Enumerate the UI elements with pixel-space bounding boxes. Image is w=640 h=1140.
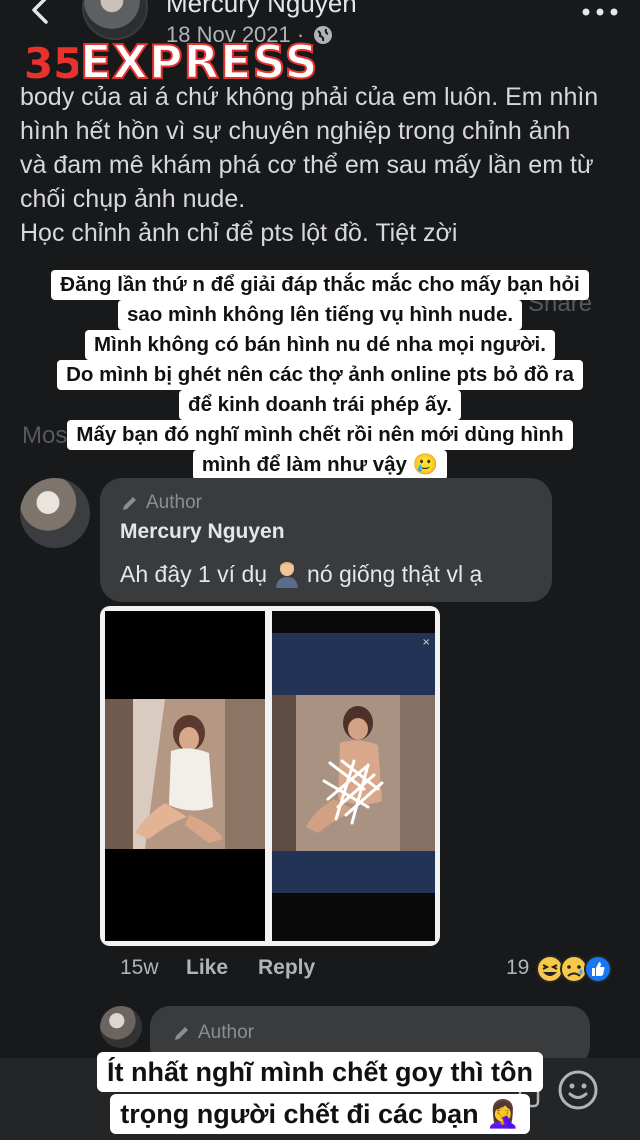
reply-author-badge: Author xyxy=(172,1022,254,1044)
overlay-line: Đăng lần thứ n để giải đáp thắc mắc cho … xyxy=(51,270,589,300)
like-button[interactable]: Like xyxy=(186,956,258,980)
post-line: chối chụp ảnh nude. xyxy=(20,185,246,213)
like-reaction-icon xyxy=(584,955,612,983)
author-badge: Author xyxy=(120,492,202,514)
overlay-line: sao mình không lên tiếng vụ hình nude. xyxy=(117,300,523,330)
man-shrugging-emoji-icon xyxy=(276,562,299,588)
overlay-line: Mình không có bán hình nu dé nha mọi ngư… xyxy=(85,330,555,360)
comment-bubble[interactable]: Author Mercury Nguyen Ah đây 1 ví dụ nó … xyxy=(100,478,552,602)
post-line: Học chỉnh ảnh chỉ để pts lột đồ. Tiệt zờ… xyxy=(20,219,458,247)
post-line: body của ai á chứ không phải của em luôn… xyxy=(20,83,599,111)
laughing-reaction-icon xyxy=(536,955,564,983)
overlay-line: Do mình bị ghét nên các thợ ảnh online p… xyxy=(57,360,583,390)
reaction-icons[interactable] xyxy=(534,954,624,984)
comment-photo-attachment[interactable]: × xyxy=(100,606,440,946)
commenter-avatar[interactable] xyxy=(20,478,90,548)
comment-text: Ah đây 1 ví dụ nó giống thật vl ạ xyxy=(120,560,482,588)
comment-actions: 15w Like Reply xyxy=(120,956,315,980)
post-line: và đam mê khám phá cơ thể em sau mấy lần… xyxy=(20,151,594,179)
overlay-line: mình để làm như vậy 🥲 xyxy=(192,450,448,480)
reply-button[interactable]: Reply xyxy=(258,956,315,980)
caption-line: trọng người chết đi các bạn 🤦‍♀️ xyxy=(110,1094,530,1134)
svg-text:×: × xyxy=(422,637,430,648)
comment-time: 15w xyxy=(120,956,159,979)
story-caption: Ít nhất nghĩ mình chết goy thì tôn trọng… xyxy=(0,1052,640,1136)
reaction-count[interactable]: 19 xyxy=(506,956,529,980)
pencil-icon xyxy=(175,1027,188,1040)
reply-author-badge-label: Author xyxy=(198,1022,254,1043)
photo-original-image xyxy=(105,611,265,941)
photo-edited-image: × xyxy=(272,611,435,941)
sad-reaction-icon xyxy=(560,955,588,983)
photo-edited: × xyxy=(272,611,435,941)
photo-original xyxy=(105,611,265,941)
overlay-line: để kinh doanh trái phép ấy. xyxy=(179,390,461,420)
author-badge-label: Author xyxy=(146,492,202,513)
more-options-icon[interactable] xyxy=(580,2,620,22)
caption-line: Ít nhất nghĩ mình chết goy thì tôn xyxy=(97,1052,543,1092)
post-author-name[interactable]: Mercury Nguyen xyxy=(166,0,357,19)
post-body: body của ai á chứ không phải của em luôn… xyxy=(20,80,620,250)
overlay-line: Mấy bạn đó nghĩ mình chết rồi nên mới dù… xyxy=(67,420,573,450)
pencil-icon xyxy=(123,497,136,510)
back-chevron-icon[interactable] xyxy=(26,0,56,26)
comment-text-part: Ah đây 1 ví dụ xyxy=(120,560,268,587)
story-overlay-text: Đăng lần thứ n để giải đáp thắc mắc cho … xyxy=(0,270,640,480)
comment-text-part: nó giống thật vl ạ xyxy=(307,560,483,587)
photo-divider xyxy=(265,606,272,946)
reply-author-avatar[interactable] xyxy=(100,1006,142,1048)
post-line: hình hết hồn vì sự chuyên nghiệp trong c… xyxy=(20,117,571,145)
comment-author-name[interactable]: Mercury Nguyen xyxy=(120,520,285,544)
